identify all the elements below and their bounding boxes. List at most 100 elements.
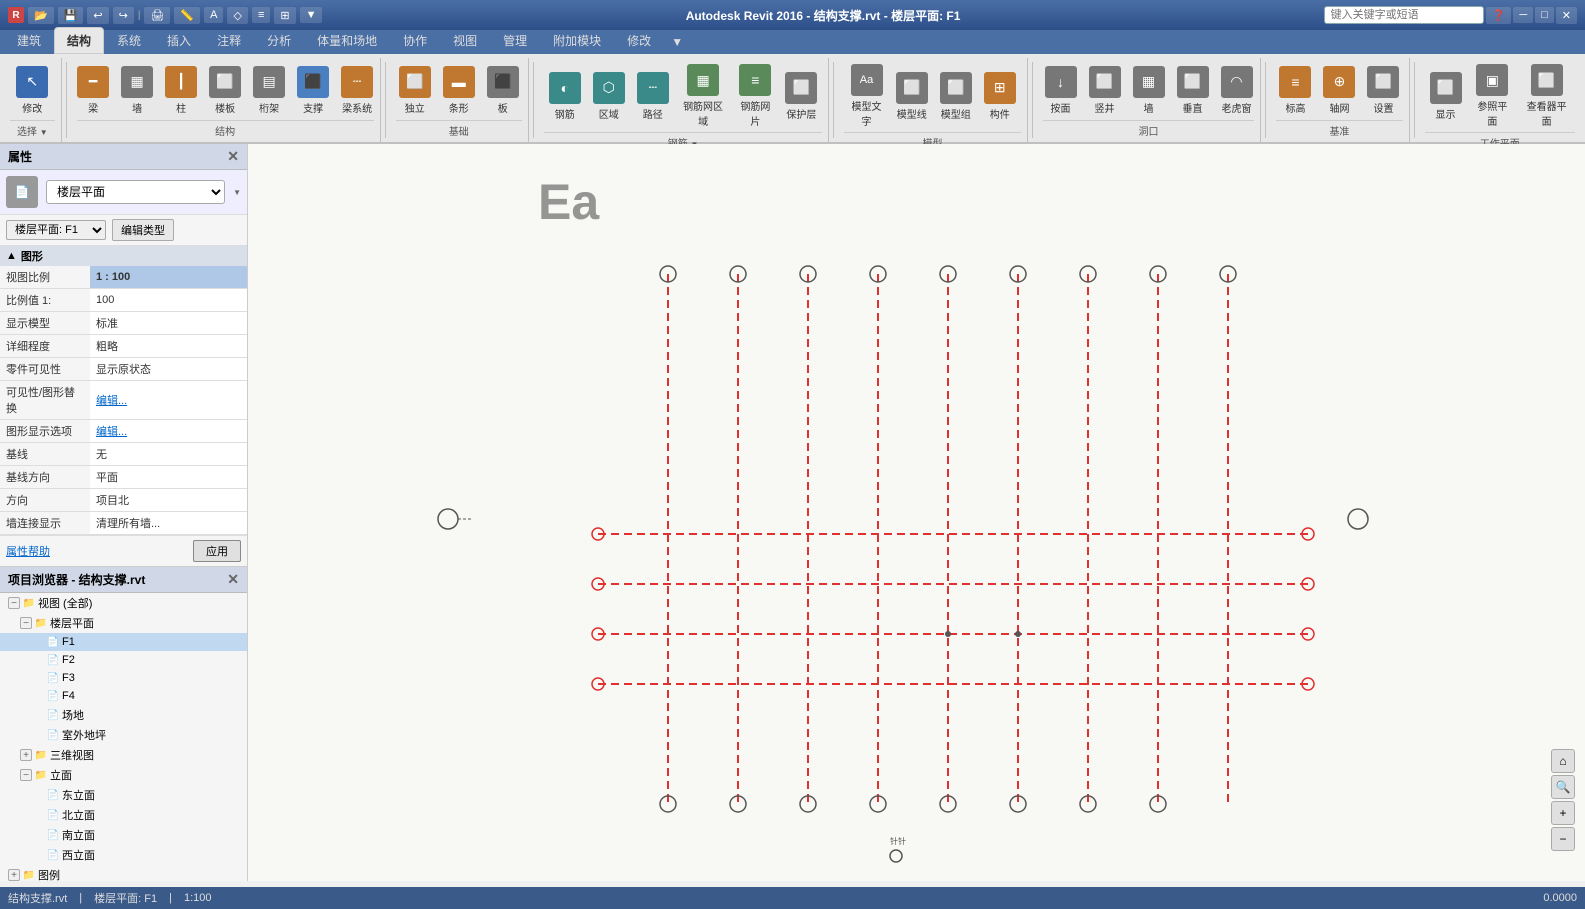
tree-item-3d[interactable]: + 📁 三维视图 <box>0 745 247 765</box>
path-rebar-button[interactable]: ┄ 路径 <box>632 68 674 125</box>
tree-item-floor-plans[interactable]: − 📁 楼层平面 <box>0 613 247 633</box>
dormer-button[interactable]: ◠ 老虎窗 <box>1216 62 1258 119</box>
mesh-sheet-button[interactable]: ≡ 钢筋网片 <box>732 60 778 132</box>
redo-button[interactable]: ↪ <box>113 7 134 24</box>
measure-button[interactable]: 📏 <box>174 7 200 24</box>
tab-分析[interactable]: 分析 <box>254 27 304 54</box>
tree-item-F3[interactable]: 📄 F3 <box>0 669 247 687</box>
shaft-button[interactable]: ⬜ 竖井 <box>1084 62 1126 119</box>
tab-修改[interactable]: 修改 <box>614 27 664 54</box>
project-browser-close-button[interactable]: ✕ <box>227 571 239 588</box>
viewer-button[interactable]: ⬜ 查看器平面 <box>1518 60 1575 132</box>
settings-button[interactable]: A <box>204 7 223 23</box>
toggle-floor-plans[interactable]: − <box>20 617 32 629</box>
column-button[interactable]: ┃ 柱 <box>160 62 202 119</box>
tree-item-north[interactable]: 📄 北立面 <box>0 805 247 825</box>
undo-button[interactable]: ↩ <box>87 7 108 24</box>
tree-item-outdoor[interactable]: 📄 室外地坪 <box>0 725 247 745</box>
prop-val-gdo[interactable]: 编辑... <box>90 420 247 443</box>
cover-button[interactable]: ⬜ 保护层 <box>780 68 822 125</box>
tab-插入[interactable]: 插入 <box>154 27 204 54</box>
tree-item-site[interactable]: 📄 场地 <box>0 705 247 725</box>
show-workplane-button[interactable]: ⬜ 显示 <box>1425 68 1467 125</box>
open-button[interactable]: 📂 <box>28 7 54 24</box>
wall-opening-button[interactable]: ▦ 墙 <box>1128 62 1170 119</box>
legend-folder-icon: 📁 <box>22 868 36 881</box>
view-dropdown[interactable]: 楼层平面: F1 <box>6 220 106 240</box>
face-opening-button[interactable]: ↓ 按面 <box>1040 62 1082 119</box>
tree-item-F2[interactable]: 📄 F2 <box>0 651 247 669</box>
help-button[interactable]: ❓ <box>1486 7 1512 24</box>
drawing-area[interactable]: Ea <box>248 144 1585 881</box>
ea-text: Ea <box>538 174 600 230</box>
prop-val-scale[interactable]: 1 : 100 <box>90 266 247 289</box>
rebar-button[interactable]: ◐ 钢筋 <box>544 68 586 125</box>
search-input[interactable] <box>1324 6 1484 24</box>
window-minimize[interactable]: ─ <box>1513 7 1533 23</box>
tab-附加模块[interactable]: 附加模块 <box>540 27 614 54</box>
type-dropdown[interactable]: 楼层平面 <box>46 180 225 204</box>
type-icon: 📄 <box>6 176 38 208</box>
more-button[interactable]: ▼ <box>300 7 323 23</box>
truss-button[interactable]: ▤ 桁架 <box>248 62 290 119</box>
tab-建筑[interactable]: 建筑 <box>4 27 54 54</box>
strip-foundation-button[interactable]: ▬ 条形 <box>438 62 480 119</box>
isolated-foundation-button[interactable]: ⬜ 独立 <box>394 62 436 119</box>
properties-help-link[interactable]: 属性帮助 <box>6 543 50 559</box>
tab-协作[interactable]: 协作 <box>390 27 440 54</box>
toggle-3d[interactable]: + <box>20 749 32 761</box>
model-line-button[interactable]: ⬜ 模型线 <box>891 68 933 125</box>
shape-button[interactable]: ◇ <box>227 7 247 24</box>
mesh-area-button[interactable]: ▦ 钢筋网区域 <box>676 60 731 132</box>
tree-item-F4[interactable]: 📄 F4 <box>0 687 247 705</box>
window-close[interactable]: ✕ <box>1556 7 1577 24</box>
tab-dropdown[interactable]: ▼ <box>664 30 690 54</box>
tree-item-views[interactable]: − 📁 视图 (全部) <box>0 593 247 613</box>
level-button[interactable]: ≡ 标高 <box>1274 62 1316 119</box>
model-group-button[interactable]: ⬜ 模型组 <box>935 68 977 125</box>
tab-管理[interactable]: 管理 <box>490 27 540 54</box>
floor-button[interactable]: ⬜ 楼板 <box>204 62 246 119</box>
reference-plane-button[interactable]: ▣ 参照平面 <box>1469 60 1517 132</box>
print-button[interactable]: 🖨 <box>144 7 170 24</box>
view-zoom-in-button[interactable]: + <box>1551 801 1575 825</box>
tab-系统[interactable]: 系统 <box>104 27 154 54</box>
view-zoom-out-button[interactable]: − <box>1551 827 1575 851</box>
properties-close-button[interactable]: ✕ <box>227 148 239 165</box>
tab-视图[interactable]: 视图 <box>440 27 490 54</box>
toggle-elevation[interactable]: − <box>20 769 32 781</box>
tree-item-west[interactable]: 📄 西立面 <box>0 845 247 865</box>
save-button[interactable]: 💾 <box>58 7 84 24</box>
window-maximize[interactable]: □ <box>1535 7 1554 23</box>
tree-item-south[interactable]: 📄 南立面 <box>0 825 247 845</box>
beam-button[interactable]: ━ 梁 <box>72 62 114 119</box>
view-zoom-button[interactable]: 🔍 <box>1551 775 1575 799</box>
modify-button[interactable]: ↖ 修改 <box>8 62 56 119</box>
component-button[interactable]: ⊞ 构件 <box>979 68 1021 125</box>
tab-注释[interactable]: 注释 <box>204 27 254 54</box>
tree-item-east[interactable]: 📄 东立面 <box>0 785 247 805</box>
tab-结构[interactable]: 结构 <box>54 27 104 54</box>
tree-item-elevation[interactable]: − 📁 立面 <box>0 765 247 785</box>
beam-system-button[interactable]: ┄ 梁系统 <box>336 62 378 119</box>
toggle-legend[interactable]: + <box>8 869 20 881</box>
brace-button[interactable]: ⬛ 支撑 <box>292 62 334 119</box>
tree-item-legend[interactable]: + 📁 图例 <box>0 865 247 881</box>
grid-button[interactable]: ⊞ <box>274 7 295 24</box>
properties-apply-button[interactable]: 应用 <box>193 540 241 562</box>
model-text-button[interactable]: Aa 模型文字 <box>844 60 888 132</box>
view-home-button[interactable]: ⌂ <box>1551 749 1575 773</box>
graphics-section-header[interactable]: ▲ 图形 <box>0 246 247 266</box>
vertical-opening-button[interactable]: ⬜ 垂直 <box>1172 62 1214 119</box>
area-rebar-button[interactable]: ⬡ 区域 <box>588 68 630 125</box>
prop-val-vg[interactable]: 编辑... <box>90 381 247 420</box>
tab-体量和场地[interactable]: 体量和场地 <box>304 27 390 54</box>
annotation-button[interactable]: ≡ <box>252 7 270 23</box>
edit-type-button[interactable]: 编辑类型 <box>112 219 174 241</box>
setup-button[interactable]: ⬜ 设置 <box>1362 62 1404 119</box>
tree-item-F1[interactable]: 📄 F1 <box>0 633 247 651</box>
grid-button-datum[interactable]: ⊕ 轴网 <box>1318 62 1360 119</box>
slab-foundation-button[interactable]: ⬛ 板 <box>482 62 524 119</box>
toggle-views[interactable]: − <box>8 597 20 609</box>
wall-button[interactable]: ▦ 墙 <box>116 62 158 119</box>
